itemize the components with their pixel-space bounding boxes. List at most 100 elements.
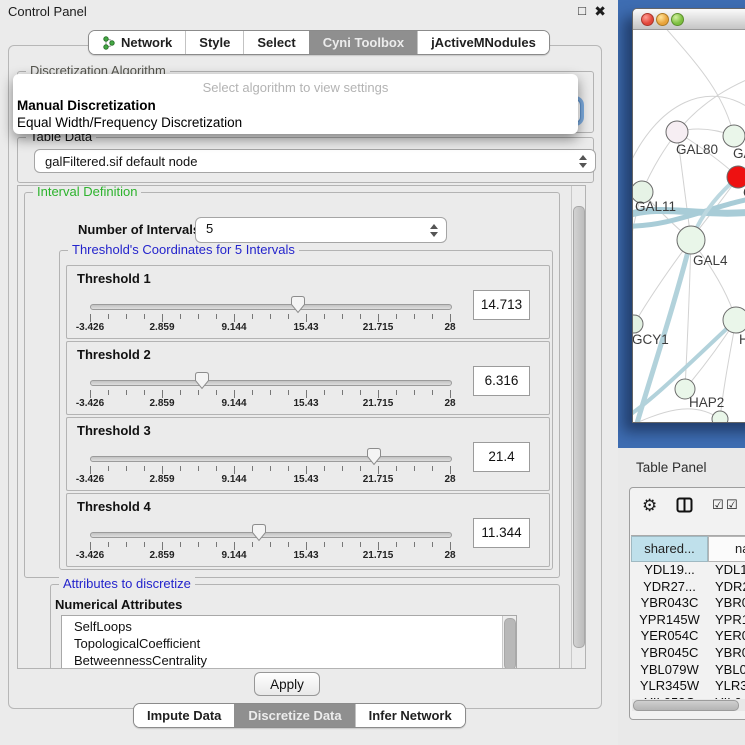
table-row[interactable]: YDR27...YDR2 bbox=[631, 579, 745, 596]
tab-style[interactable]: Style bbox=[185, 31, 243, 54]
threshold-label: Threshold 2 bbox=[77, 347, 151, 362]
node-gal80[interactable] bbox=[666, 121, 688, 143]
slider-thumb[interactable] bbox=[251, 523, 267, 542]
mac-close-icon[interactable] bbox=[641, 13, 654, 26]
mac-zoom-icon[interactable] bbox=[671, 13, 684, 26]
slider-tick-label: 9.144 bbox=[204, 550, 264, 561]
table-row[interactable]: YDL19...YDL1 bbox=[631, 562, 745, 579]
slider-tick-label: 15.43 bbox=[276, 398, 336, 409]
table-data-combobox[interactable]: galFiltered.sif default node bbox=[34, 149, 596, 173]
slider-tick bbox=[414, 314, 415, 319]
cell-shared-name[interactable]: YDL19... bbox=[631, 562, 708, 579]
slider-tick bbox=[216, 390, 217, 395]
close-icon[interactable]: ✖ bbox=[594, 3, 606, 20]
cell-shared-name[interactable]: YPR145W bbox=[631, 612, 708, 629]
slider-tick bbox=[324, 314, 325, 319]
pane-scrollbar-thumb[interactable] bbox=[573, 206, 585, 648]
cell-name[interactable]: YBR0 bbox=[708, 595, 745, 612]
split-columns-icon[interactable] bbox=[676, 497, 693, 513]
network-canvas[interactable]: GAL80GAGAL11CGAL4GCY1HHAP2 bbox=[633, 30, 745, 422]
table-row[interactable]: YBR045CYBR0 bbox=[631, 645, 745, 662]
dropdown-option-manual-discretization[interactable]: Manual Discretization bbox=[17, 98, 156, 113]
slider-track[interactable] bbox=[90, 380, 452, 386]
cell-name[interactable]: YER0 bbox=[708, 628, 745, 645]
combo-spinner-icon[interactable] bbox=[430, 224, 438, 237]
numerical-attributes-list[interactable]: SelfLoopsTopologicalCoefficientBetweenne… bbox=[61, 615, 517, 669]
mac-minimize-icon[interactable] bbox=[656, 13, 669, 26]
float-window-icon[interactable]: □ bbox=[578, 3, 586, 18]
cell-shared-name[interactable]: YBR043C bbox=[631, 595, 708, 612]
slider-tick bbox=[324, 542, 325, 547]
slider-tick bbox=[306, 542, 307, 550]
slider-track[interactable] bbox=[90, 304, 452, 310]
slider-thumb[interactable] bbox=[290, 295, 306, 314]
combo-spinner-icon[interactable] bbox=[579, 155, 587, 168]
node-top-right[interactable] bbox=[723, 125, 745, 147]
column-header-2[interactable]: na bbox=[708, 536, 745, 562]
slider-thumb[interactable] bbox=[194, 371, 210, 390]
tab-network[interactable]: Network bbox=[89, 31, 185, 54]
cell-name[interactable]: YDR2 bbox=[708, 579, 745, 596]
tab-discretize-data[interactable]: Discretize Data bbox=[234, 704, 354, 727]
apply-button[interactable]: Apply bbox=[254, 672, 320, 696]
number-of-intervals-combobox[interactable]: 5 bbox=[195, 217, 447, 243]
cell-name[interactable]: YPR1 bbox=[708, 612, 745, 629]
slider-tick bbox=[108, 542, 109, 547]
network-edge[interactable] bbox=[663, 30, 734, 136]
threshold-value-field[interactable]: 14.713 bbox=[473, 290, 530, 320]
cell-name[interactable]: YLR3 bbox=[708, 678, 745, 695]
table-row[interactable]: YLR345WYLR3 bbox=[631, 678, 745, 695]
column-header-1[interactable]: shared... bbox=[631, 536, 708, 562]
checkbox-checked-icon[interactable]: ☑ bbox=[712, 497, 724, 513]
dropdown-option-equal-width-frequency[interactable]: Equal Width/Frequency Discretization bbox=[17, 115, 242, 130]
cell-shared-name[interactable]: YBL079W bbox=[631, 662, 708, 679]
cell-shared-name[interactable]: YLR345W bbox=[631, 678, 708, 695]
tab-select[interactable]: Select bbox=[243, 31, 308, 54]
network-edge[interactable] bbox=[633, 409, 720, 422]
network-window-titlebar[interactable] bbox=[633, 9, 745, 30]
attribute-list-item[interactable]: SelfLoops bbox=[62, 618, 516, 635]
slider-thumb[interactable] bbox=[366, 447, 382, 466]
slider-tick bbox=[180, 390, 181, 395]
node-h[interactable] bbox=[723, 307, 745, 333]
slider-tick bbox=[450, 466, 451, 474]
pane-scrollbar[interactable] bbox=[571, 186, 585, 668]
tab-infer-network[interactable]: Infer Network bbox=[355, 704, 465, 727]
cell-name[interactable]: YBR0 bbox=[708, 645, 745, 662]
tab-impute-data[interactable]: Impute Data bbox=[134, 704, 234, 727]
table-row[interactable]: YER054CYER0 bbox=[631, 628, 745, 645]
slider-track[interactable] bbox=[90, 532, 452, 538]
attribute-list-item[interactable]: BetweennessCentrality bbox=[62, 652, 516, 669]
table-horizontal-scrollbar[interactable] bbox=[632, 699, 745, 711]
node-bottom[interactable] bbox=[712, 411, 728, 422]
slider-tick bbox=[288, 314, 289, 319]
slider-tick bbox=[234, 390, 235, 398]
cell-name[interactable]: YDL1 bbox=[708, 562, 745, 579]
table-scrollbar-thumb[interactable] bbox=[633, 700, 739, 711]
attribute-list-item[interactable]: TopologicalCoefficient bbox=[62, 635, 516, 652]
gear-icon[interactable]: ⚙ bbox=[642, 496, 657, 516]
threshold-value-field[interactable]: 21.4 bbox=[473, 442, 530, 472]
table-row[interactable]: YPR145WYPR1 bbox=[631, 612, 745, 629]
node-gal4[interactable] bbox=[677, 226, 705, 254]
slider-tick bbox=[108, 466, 109, 471]
cell-shared-name[interactable]: YDR27... bbox=[631, 579, 708, 596]
slider-track[interactable] bbox=[90, 456, 452, 462]
tab-jactivemnodules[interactable]: jActiveMNodules bbox=[417, 31, 549, 54]
slider-tick-label: 21.715 bbox=[348, 550, 408, 561]
cell-shared-name[interactable]: YER054C bbox=[631, 628, 708, 645]
cell-shared-name[interactable]: YBR045C bbox=[631, 645, 708, 662]
network-edge[interactable] bbox=[634, 240, 691, 324]
slider-tick bbox=[144, 542, 145, 547]
table-row[interactable]: YBL079WYBL0 bbox=[631, 662, 745, 679]
cell-name[interactable]: YBL0 bbox=[708, 662, 745, 679]
threshold-value-field[interactable]: 6.316 bbox=[473, 366, 530, 396]
tab-cyni-toolbox[interactable]: Cyni Toolbox bbox=[309, 31, 417, 54]
algorithm-dropdown-popup: Select algorithm to view settings Manual… bbox=[13, 74, 578, 134]
list-scrollbar-thumb[interactable] bbox=[504, 618, 516, 669]
threshold-value-field[interactable]: 11.344 bbox=[473, 518, 530, 548]
network-view-window[interactable]: GAL80GAGAL11CGAL4GCY1HHAP2 bbox=[632, 8, 745, 423]
checkbox-checked-icon[interactable]: ☑ bbox=[726, 497, 738, 513]
node-gcy1[interactable] bbox=[633, 315, 643, 333]
table-row[interactable]: YBR043CYBR0 bbox=[631, 595, 745, 612]
